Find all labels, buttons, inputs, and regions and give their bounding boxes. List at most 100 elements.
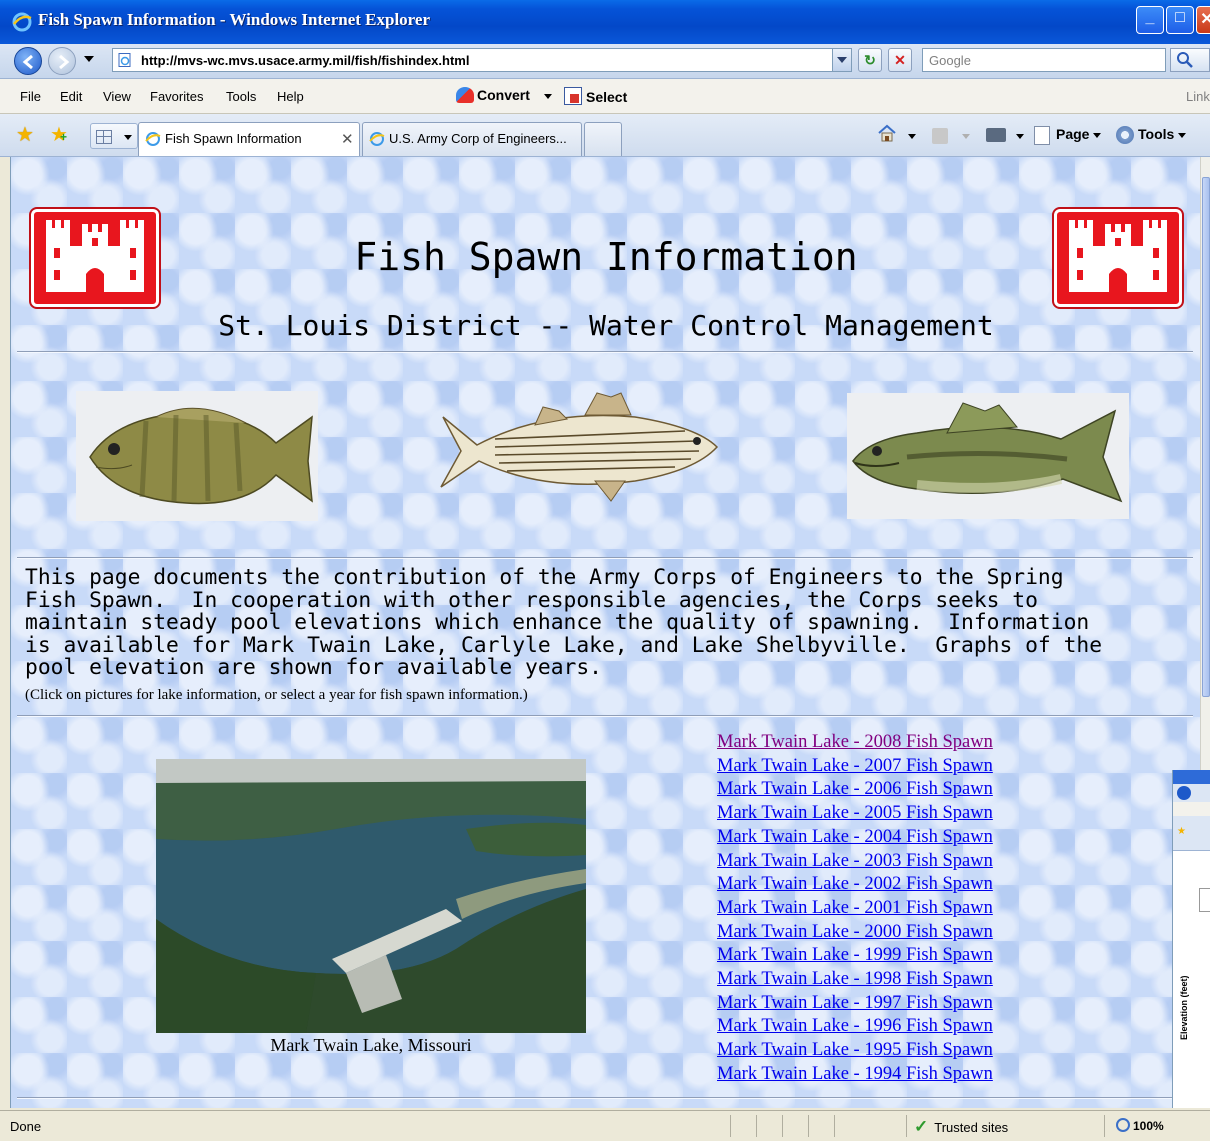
lake-aerial-drawing — [156, 759, 586, 1033]
link-2005-fish-spawn[interactable]: Mark Twain Lake - 2005 Fish Spawn — [717, 802, 993, 826]
recent-pages-dropdown[interactable] — [84, 56, 94, 62]
select-button[interactable]: Select — [564, 87, 627, 105]
link-1998-fish-spawn[interactable]: Mark Twain Lake - 1998 Fish Spawn — [717, 968, 993, 992]
forward-button[interactable] — [48, 47, 76, 75]
background-window-toolbar: ★ — [1173, 816, 1210, 851]
add-favorites-button[interactable]: ★ + — [50, 122, 68, 147]
quick-tabs-button[interactable] — [90, 123, 138, 149]
page-content[interactable]: Fish Spawn Information St. Louis Distric… — [10, 157, 1201, 1108]
background-window-menu — [1173, 802, 1210, 816]
striped-bass-drawing — [440, 392, 719, 502]
ie-logo-icon — [12, 12, 32, 32]
status-text: Done — [10, 1119, 42, 1134]
tab-list-dropdown-icon[interactable] — [124, 135, 132, 140]
search-input[interactable]: Google — [922, 48, 1166, 72]
window-left-border — [0, 157, 10, 1108]
crappie-fish-image[interactable] — [76, 391, 318, 521]
divider — [17, 351, 1193, 353]
link-2007-fish-spawn[interactable]: Mark Twain Lake - 2007 Fish Spawn — [717, 755, 993, 779]
feeds-icon[interactable] — [932, 128, 948, 144]
menu-file[interactable]: File — [20, 89, 41, 104]
tab-army-corps[interactable]: U.S. Army Corp of Engineers... — [362, 122, 582, 156]
convert-label: Convert — [477, 87, 530, 103]
page-menu-button[interactable]: Page — [1056, 126, 1102, 142]
link-2001-fish-spawn[interactable]: Mark Twain Lake - 2001 Fish Spawn — [717, 897, 993, 921]
divider — [17, 715, 1193, 717]
tab-fish-spawn[interactable]: Fish Spawn Information ✕ — [138, 122, 360, 156]
link-1994-fish-spawn[interactable]: Mark Twain Lake - 1994 Fish Spawn — [717, 1063, 993, 1087]
status-separator — [782, 1115, 783, 1137]
security-zone[interactable]: ✓ Trusted sites — [914, 1117, 1008, 1137]
link-1999-fish-spawn[interactable]: Mark Twain Lake - 1999 Fish Spawn — [717, 944, 993, 968]
convert-dropdown-icon — [543, 93, 552, 99]
largemouth-bass-image[interactable] — [847, 393, 1129, 519]
link-2002-fish-spawn[interactable]: Mark Twain Lake - 2002 Fish Spawn — [717, 873, 993, 897]
mark-twain-lake-photo[interactable] — [156, 759, 586, 1033]
home-dropdown-icon[interactable] — [908, 134, 916, 139]
feeds-dropdown-icon — [962, 134, 970, 139]
menu-help[interactable]: Help — [277, 89, 304, 104]
print-dropdown-icon[interactable] — [1016, 134, 1024, 139]
page-menu-label: Page — [1056, 126, 1090, 142]
close-button[interactable]: ✕ — [1196, 6, 1210, 34]
link-2003-fish-spawn[interactable]: Mark Twain Lake - 2003 Fish Spawn — [717, 850, 993, 874]
select-icon — [564, 87, 582, 105]
new-tab-button[interactable] — [584, 122, 622, 156]
intro-paragraph: This page documents the contribution of … — [25, 565, 1195, 680]
address-dropdown-button[interactable] — [832, 49, 851, 71]
convert-button[interactable]: Convert — [456, 87, 552, 103]
menu-edit[interactable]: Edit — [60, 89, 82, 104]
tools-menu-button[interactable]: Tools — [1138, 126, 1187, 142]
maximize-button[interactable]: □ — [1166, 6, 1194, 34]
search-button[interactable] — [1170, 48, 1210, 72]
close-tab-icon[interactable]: ✕ — [341, 130, 354, 148]
back-button[interactable] — [14, 47, 42, 75]
print-icon[interactable] — [986, 128, 1006, 142]
quick-tabs-icon — [96, 130, 112, 144]
page-menu-icon — [1034, 126, 1050, 145]
ie-page-icon — [145, 132, 161, 146]
divider — [17, 1097, 1193, 1099]
forward-arrow-icon — [59, 54, 70, 70]
intro-line: This page documents the contribution of … — [25, 565, 1064, 590]
zoom-level-button[interactable]: 100% — [1116, 1118, 1164, 1133]
link-1996-fish-spawn[interactable]: Mark Twain Lake - 1996 Fish Spawn — [717, 1015, 993, 1039]
menu-favorites[interactable]: Favorites — [150, 89, 203, 104]
address-field[interactable]: http://mvs-wc.mvs.usace.army.mil/fish/fi… — [112, 48, 852, 72]
plus-icon: + — [60, 130, 68, 144]
menu-view[interactable]: View — [103, 89, 131, 104]
favorites-center-button[interactable]: ★ — [16, 122, 34, 147]
tab-bar: ★ ★ + Fish Spawn Information ✕ U.S. Army … — [0, 114, 1210, 157]
refresh-button[interactable]: ↻ — [858, 48, 882, 72]
minimize-button[interactable]: _ — [1136, 6, 1164, 34]
link-2008-fish-spawn[interactable]: Mark Twain Lake - 2008 Fish Spawn — [717, 731, 993, 755]
zoom-label: 100% — [1133, 1119, 1164, 1133]
title-bar[interactable]: Fish Spawn Information - Windows Interne… — [0, 0, 1210, 44]
background-browser-window[interactable]: ★ Elevation (feet) — [1172, 770, 1210, 1108]
link-2000-fish-spawn[interactable]: Mark Twain Lake - 2000 Fish Spawn — [717, 921, 993, 945]
stop-button[interactable]: ✕ — [888, 48, 912, 72]
tab-label: U.S. Army Corp of Engineers... — [389, 131, 567, 146]
link-2004-fish-spawn[interactable]: Mark Twain Lake - 2004 Fish Spawn — [717, 826, 993, 850]
elevation-axis-label: Elevation (feet) — [1179, 975, 1189, 1040]
maximize-icon: □ — [1175, 9, 1185, 26]
tools-dropdown-icon — [1178, 132, 1187, 138]
lake-photo-caption: Mark Twain Lake, Missouri — [270, 1035, 472, 1055]
home-icon[interactable] — [877, 123, 897, 143]
largemouth-bass-drawing — [852, 402, 1123, 503]
link-1995-fish-spawn[interactable]: Mark Twain Lake - 1995 Fish Spawn — [717, 1039, 993, 1063]
back-arrow-icon — [22, 54, 33, 70]
tab-label: Fish Spawn Information — [165, 131, 302, 146]
link-2006-fish-spawn[interactable]: Mark Twain Lake - 2006 Fish Spawn — [717, 778, 993, 802]
background-window-nav — [1173, 784, 1210, 802]
links-toolbar-label[interactable]: Link — [1186, 89, 1210, 104]
intro-line: maintain steady pool elevations which en… — [25, 610, 1090, 636]
status-separator — [906, 1115, 907, 1137]
scrollbar-thumb[interactable] — [1202, 177, 1210, 697]
link-1997-fish-spawn[interactable]: Mark Twain Lake - 1997 Fish Spawn — [717, 992, 993, 1016]
menu-tools[interactable]: Tools — [226, 89, 256, 104]
tools-gear-icon — [1116, 126, 1134, 144]
page-title: Fish Spawn Information — [354, 235, 858, 279]
page-dropdown-icon — [1093, 132, 1102, 138]
striped-bass-image[interactable] — [435, 389, 721, 509]
